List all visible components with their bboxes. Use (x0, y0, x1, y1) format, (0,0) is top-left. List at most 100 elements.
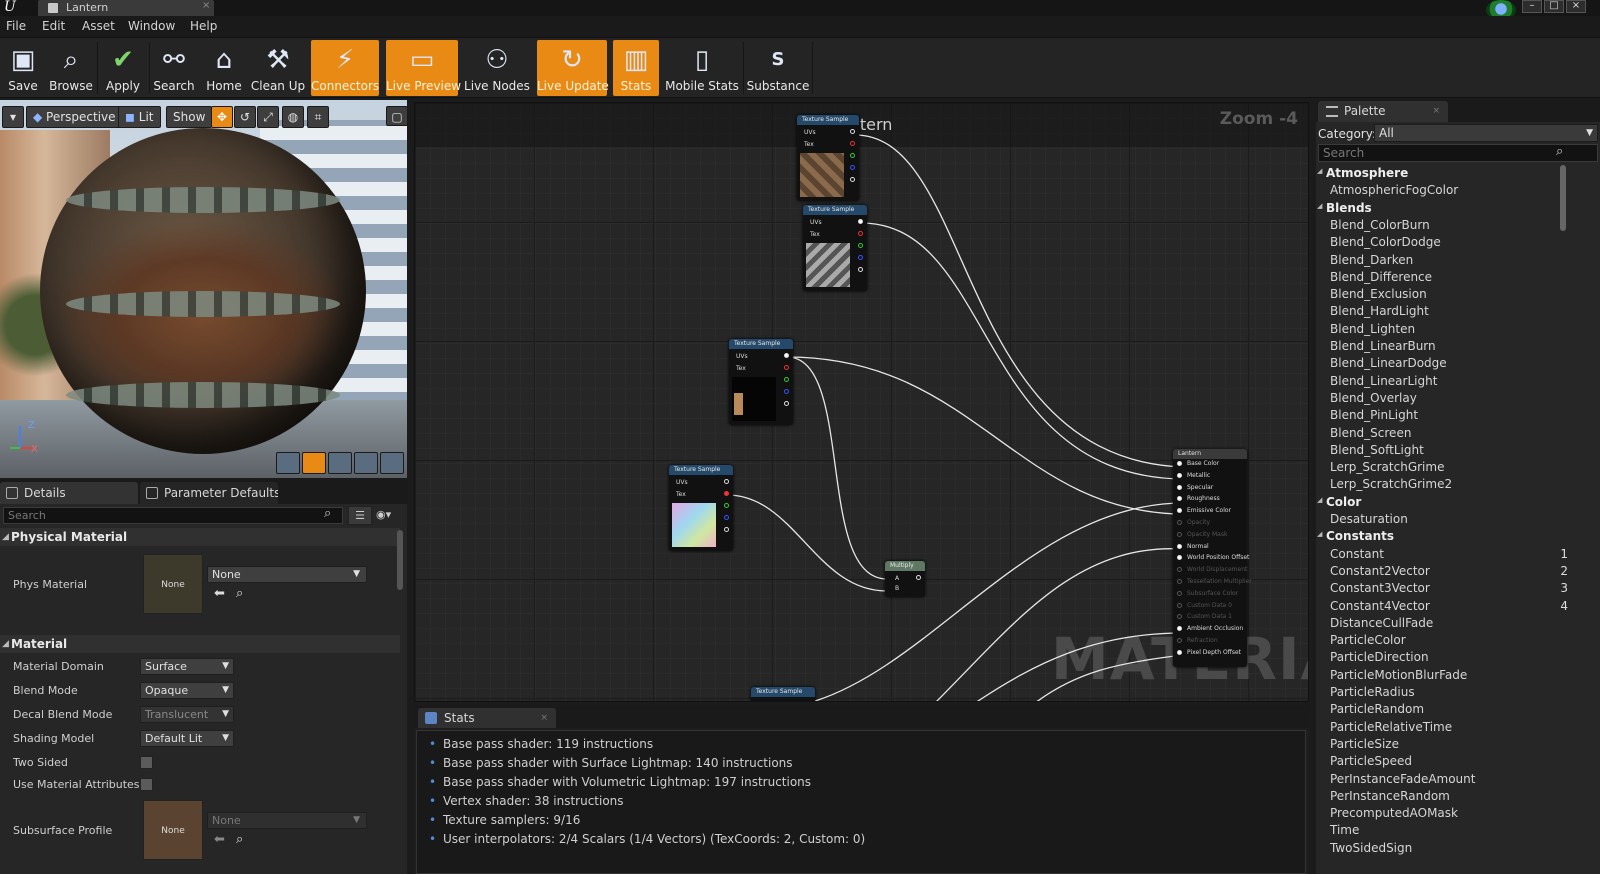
blend-mode-dropdown[interactable]: Opaque ▼ (140, 682, 234, 699)
result-input-pin[interactable] (1177, 496, 1182, 502)
palette-item[interactable]: TwoSidedSign (1330, 841, 1560, 855)
output-pin-g[interactable] (784, 377, 789, 382)
browse-asset-icon[interactable]: ⌕ (236, 586, 243, 601)
result-input-pin[interactable] (1177, 567, 1182, 573)
output-pin-a[interactable] (858, 267, 863, 272)
rotate-mode-icon[interactable]: ↺ (234, 106, 256, 128)
connectors-button[interactable]: ⚡ Connectors (311, 40, 379, 96)
output-pin[interactable] (916, 575, 921, 580)
result-input-pin[interactable] (1177, 508, 1182, 514)
palette-item[interactable]: Constant2Vector 2 (1330, 564, 1568, 578)
live-preview-button[interactable]: ▭ Live Preview (386, 40, 461, 96)
clean-up-button[interactable]: ⚒ Clean Up (250, 40, 306, 96)
material-domain-dropdown[interactable]: Surface ▼ (140, 658, 234, 675)
output-pin-g[interactable] (724, 503, 729, 508)
result-input-pin[interactable] (1177, 590, 1182, 596)
visibility-eye-icon[interactable]: ◉▾ (376, 508, 391, 521)
section-material[interactable]: ◢ Material (0, 635, 400, 653)
material-result-node[interactable]: Lantern Base Color Metallic Specular Roughn… (1173, 449, 1252, 667)
use-selected-arrow-icon[interactable]: ⬅ (214, 586, 225, 601)
result-input-pin[interactable] (1177, 543, 1182, 549)
substance-button[interactable]: S Substance (746, 40, 810, 96)
palette-item[interactable]: Constant4Vector 4 (1330, 599, 1568, 613)
use-material-attributes-checkbox[interactable] (140, 778, 153, 791)
texture-sample-node[interactable]: Texture Sample UVs Tex (797, 115, 859, 201)
two-sided-checkbox[interactable] (140, 756, 153, 769)
palette-item[interactable]: ParticleRelativeTime (1330, 720, 1560, 734)
output-pin-r[interactable] (858, 231, 863, 236)
output-pin-a[interactable] (850, 177, 855, 182)
palette-item[interactable]: Blend_ColorBurn (1330, 218, 1560, 232)
tab-stats[interactable]: Stats × (418, 708, 556, 728)
details-search-input[interactable]: Search (3, 507, 343, 524)
output-pin-r[interactable] (724, 491, 729, 496)
palette-item[interactable]: ParticleRadius (1330, 685, 1560, 699)
palette-item[interactable]: Blend_HardLight (1330, 304, 1560, 318)
output-pin-b[interactable] (784, 389, 789, 394)
palette-item[interactable]: Lerp_ScratchGrime2 (1330, 477, 1560, 491)
result-input-pin[interactable] (1177, 638, 1182, 643)
world-space-icon[interactable]: ◍ (282, 106, 304, 128)
lit-button[interactable]: ◼ Lit (118, 106, 161, 128)
browse-asset-icon[interactable]: ⌕ (236, 832, 243, 847)
show-button[interactable]: Show (166, 106, 213, 128)
output-pin-rgb[interactable] (784, 353, 789, 358)
result-input-pin[interactable] (1177, 649, 1182, 655)
palette-item[interactable]: Time (1330, 823, 1560, 837)
mobile-stats-button[interactable]: ▯ Mobile Stats (664, 40, 740, 96)
palette-item[interactable]: PrecomputedAOMask (1330, 806, 1560, 820)
output-pin-g[interactable] (858, 243, 863, 248)
perspective-button[interactable]: ◆ Perspective (26, 106, 123, 128)
custom-mesh-preview-icon[interactable] (380, 452, 404, 474)
sphere-preview-icon[interactable] (302, 452, 326, 474)
snap-icon[interactable]: ⌗ (307, 106, 329, 128)
material-graph-canvas[interactable]: Zoom -4 Lantern MATERIAL Texture Sample … (414, 102, 1309, 702)
output-pin-rgb[interactable] (858, 219, 863, 224)
result-input-pin[interactable] (1177, 461, 1182, 466)
palette-category[interactable]: Atmosphere (1317, 166, 1408, 180)
output-pin-r[interactable] (850, 141, 855, 146)
output-pin-rgb[interactable] (724, 479, 729, 484)
result-input-pin[interactable] (1177, 614, 1182, 620)
palette-category[interactable]: Color (1317, 495, 1361, 509)
section-physical-material[interactable]: ◢ Physical Material (0, 528, 400, 546)
result-input-pin[interactable] (1177, 484, 1182, 490)
palette-item[interactable]: Blend_SoftLight (1330, 443, 1560, 457)
palette-item[interactable]: ParticleRandom (1330, 702, 1560, 716)
close-window-icon[interactable]: × (1566, 0, 1586, 13)
menu-file[interactable]: File (6, 19, 26, 33)
palette-category[interactable]: Constants (1317, 529, 1394, 543)
category-dropdown[interactable]: All ▼ (1374, 124, 1598, 142)
subsurface-profile-thumbnail[interactable]: None (143, 800, 203, 860)
plane-preview-icon[interactable] (328, 452, 352, 474)
viewport-options-button[interactable]: ▾ (2, 106, 24, 128)
close-tab-icon[interactable]: × (202, 0, 210, 11)
details-scrollbar[interactable] (397, 530, 403, 590)
close-tab-icon[interactable]: × (540, 708, 548, 728)
shading-model-dropdown[interactable]: Default Lit ▼ (140, 730, 234, 747)
output-pin-a[interactable] (784, 401, 789, 406)
close-tab-icon[interactable]: × (1432, 101, 1440, 122)
tab-parameter-defaults[interactable]: Parameter Defaults (140, 482, 278, 504)
browse-button[interactable]: ⌕ Browse (48, 40, 94, 96)
result-input-pin[interactable] (1177, 472, 1182, 478)
result-input-pin[interactable] (1177, 602, 1182, 608)
palette-item[interactable]: ParticleColor (1330, 633, 1560, 647)
home-button[interactable]: ⌂ Home (202, 40, 246, 96)
minimize-icon[interactable]: – (1522, 0, 1542, 13)
cylinder-preview-icon[interactable] (276, 452, 300, 474)
output-pin-g[interactable] (850, 153, 855, 158)
tab-details[interactable]: Details (0, 482, 138, 504)
document-tab[interactable]: Lantern × (38, 0, 214, 16)
palette-item[interactable]: Blend_PinLight (1330, 408, 1560, 422)
save-button[interactable]: ▣ Save (2, 40, 44, 96)
output-pin-b[interactable] (724, 515, 729, 520)
live-update-button[interactable]: ↻ Live Update (537, 40, 609, 96)
palette-category[interactable]: Blends (1317, 201, 1372, 215)
palette-item[interactable]: ParticleDirection (1330, 650, 1560, 664)
palette-item[interactable]: Constant 1 (1330, 547, 1568, 561)
texture-sample-node[interactable]: Texture Sample UVs Tex (729, 339, 793, 425)
output-pin-r[interactable] (784, 365, 789, 370)
result-input-pin[interactable] (1177, 626, 1182, 632)
palette-item[interactable]: Blend_Overlay (1330, 391, 1560, 405)
